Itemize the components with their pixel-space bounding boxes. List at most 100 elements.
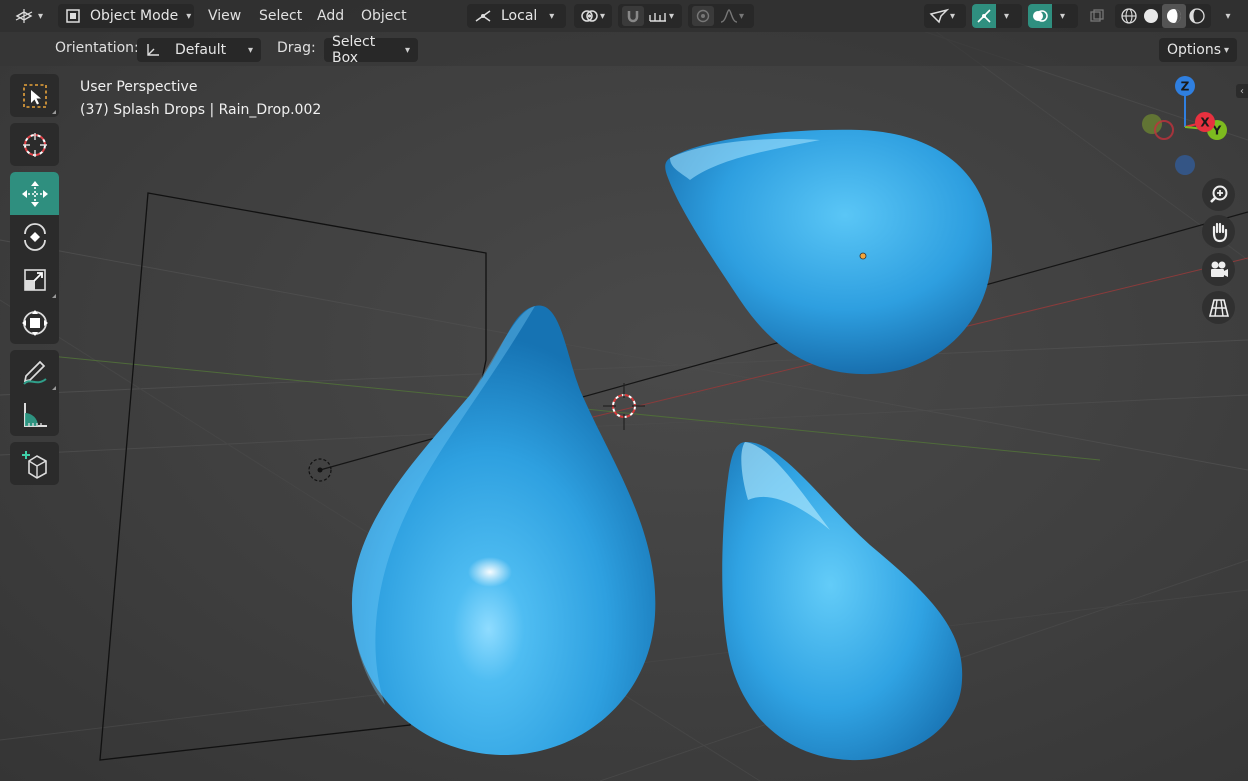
select-box-tool[interactable] <box>10 74 59 117</box>
chevron-down-icon: ▾ <box>739 10 745 22</box>
annotate-tool[interactable] <box>10 350 59 393</box>
move-icon <box>20 179 50 209</box>
transform-tool-group <box>10 172 59 344</box>
rotate-tool[interactable] <box>10 215 59 258</box>
chevron-down-icon: ▾ <box>549 10 555 22</box>
rotate-icon <box>20 222 50 252</box>
scale-tool[interactable] <box>10 258 59 301</box>
move-tool[interactable] <box>10 172 59 215</box>
pivot-point-dropdown[interactable]: ▾ <box>574 4 612 28</box>
object-visibility-icon <box>929 8 949 24</box>
scale-icon <box>21 266 49 294</box>
menu-view[interactable]: View <box>208 8 241 24</box>
measure-tool[interactable] <box>10 393 59 436</box>
xray-button[interactable] <box>1085 4 1109 28</box>
visibility-dropdown[interactable]: ▾ <box>924 4 966 28</box>
xray-toggle-icon <box>1089 8 1105 24</box>
shading-mode-group[interactable] <box>1115 4 1211 28</box>
transform-orientation-dropdown[interactable]: Local ▾ <box>467 4 566 28</box>
tool-variants-corner <box>52 386 56 390</box>
add-cube-tool[interactable] <box>10 442 59 485</box>
tool-shelf <box>10 74 59 491</box>
drag-setting-label: Drag: <box>277 40 316 56</box>
add-tool-group <box>10 442 59 485</box>
cursor-tool[interactable] <box>10 123 59 166</box>
rain-drop-lower[interactable] <box>722 441 963 761</box>
transform-icon <box>20 308 50 338</box>
snap-magnet-icon[interactable] <box>622 6 644 26</box>
chevron-down-icon: ▾ <box>38 10 44 22</box>
cursor-tool-group <box>10 123 59 166</box>
chevron-down-icon: ▾ <box>247 44 253 56</box>
zoom-button[interactable] <box>1202 178 1235 211</box>
solid-shading-icon[interactable] <box>1140 7 1162 25</box>
mode-dropdown[interactable]: Object Mode ▾ <box>58 4 194 28</box>
shading-options-button[interactable]: ▾ <box>1214 4 1238 28</box>
active-object-info: (37) Splash Drops | Rain_Drop.002 <box>80 102 322 118</box>
camera-view-button[interactable] <box>1202 253 1235 286</box>
overlay-toggle-icon[interactable] <box>1028 4 1052 28</box>
editor-type-button[interactable]: ▾ <box>14 4 50 28</box>
z-axis-label: Z <box>1181 80 1190 94</box>
wireframe-shading-icon[interactable] <box>1118 7 1140 25</box>
chevron-down-icon: ▾ <box>1004 10 1010 22</box>
camera-view-icon <box>1208 259 1230 281</box>
rain-drop-large[interactable] <box>351 305 656 755</box>
pivot-point-icon <box>579 7 599 25</box>
viewport-header: ▾ Object Mode ▾ View Select Add Object L… <box>0 0 1248 32</box>
orientation-label: Local <box>501 8 538 24</box>
orientation-setting-dropdown[interactable]: Default ▾ <box>137 38 261 62</box>
transform-tool[interactable] <box>10 301 59 344</box>
proportional-edit-icon[interactable] <box>692 6 714 26</box>
tool-variants-corner <box>52 110 56 114</box>
chevron-down-icon: ▾ <box>600 10 606 22</box>
menu-select[interactable]: Select <box>259 8 302 24</box>
mode-label: Object Mode <box>90 8 179 24</box>
menu-add[interactable]: Add <box>317 8 344 24</box>
navigation-gizmo[interactable]: Y X Z <box>1135 72 1235 182</box>
local-orientation-icon <box>473 8 493 24</box>
menu-object[interactable]: Object <box>361 8 407 24</box>
measure-icon <box>20 400 50 430</box>
tool-variants-corner <box>52 294 56 298</box>
snapping-group[interactable]: ▾ <box>618 4 682 28</box>
chevron-left-icon: ‹ <box>1240 85 1244 97</box>
orientation-setting-label: Orientation: <box>55 40 139 56</box>
ortho-grid-icon <box>1208 297 1230 319</box>
chevron-down-icon: ▾ <box>1223 44 1229 56</box>
snap-increment-icon[interactable] <box>648 9 668 23</box>
proportional-edit-group[interactable]: ▾ <box>688 4 754 28</box>
options-dropdown[interactable]: Options ▾ <box>1159 38 1237 62</box>
overlay-group[interactable]: ▾ <box>1028 4 1078 28</box>
sidebar-toggle[interactable]: ‹ <box>1236 84 1248 98</box>
chevron-down-icon: ▾ <box>1060 10 1066 22</box>
pan-button[interactable] <box>1202 215 1235 248</box>
zoom-icon <box>1208 184 1230 206</box>
orientation-axes-icon <box>145 42 161 58</box>
light-object[interactable] <box>308 458 332 482</box>
orientation-setting-value: Default <box>175 42 227 58</box>
add-cube-icon <box>20 449 50 479</box>
gizmo-group[interactable]: ▾ <box>972 4 1022 28</box>
object-mode-icon <box>64 7 82 25</box>
neg-y-axis-ball[interactable] <box>1142 114 1162 134</box>
chevron-down-icon: ▾ <box>1225 10 1231 22</box>
rendered-shading-icon[interactable] <box>1186 7 1208 25</box>
viewport-info-overlay: User Perspective (37) Splash Drops | Rai… <box>80 76 321 122</box>
material-shading-icon[interactable] <box>1162 4 1186 28</box>
select-box-icon <box>21 82 49 110</box>
annotate-icon <box>20 357 50 387</box>
drag-setting-value: Select Box <box>332 34 376 66</box>
chevron-down-icon: ▾ <box>669 10 675 22</box>
chevron-down-icon: ▾ <box>186 10 192 22</box>
annotate-tool-group <box>10 350 59 436</box>
drag-setting-dropdown[interactable]: Select Box ▾ <box>324 34 418 66</box>
falloff-curve-icon[interactable] <box>720 9 738 23</box>
rain-drop-upper[interactable] <box>665 129 993 375</box>
x-axis-label: X <box>1200 116 1210 130</box>
select-tool-group <box>10 74 59 117</box>
neg-z-axis-ball[interactable] <box>1175 155 1195 175</box>
ortho-toggle-button[interactable] <box>1202 291 1235 324</box>
gizmo-toggle-icon[interactable] <box>972 4 996 28</box>
chevron-down-icon: ▾ <box>950 10 956 22</box>
